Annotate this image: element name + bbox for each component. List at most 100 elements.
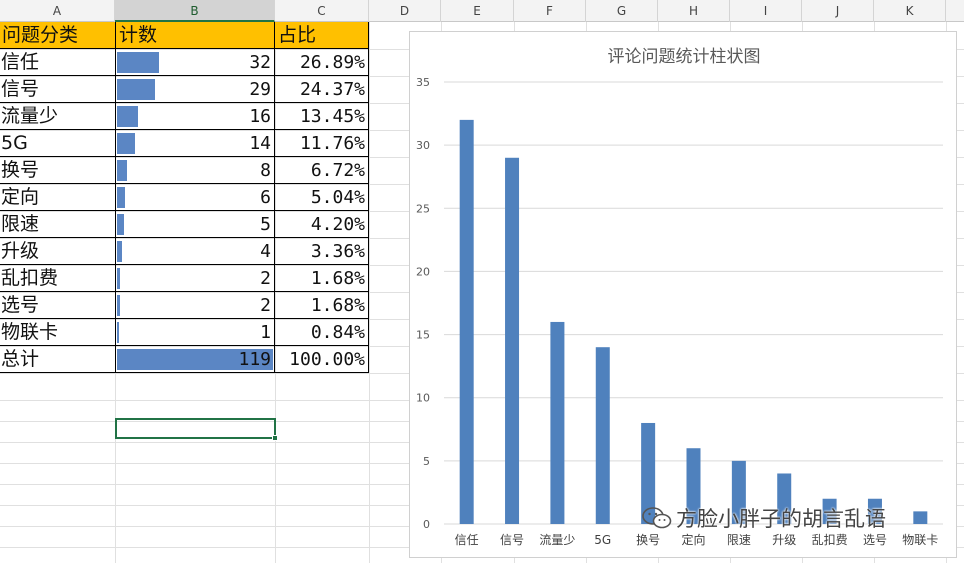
- count-value: 2: [260, 295, 271, 316]
- cell-count[interactable]: 2: [116, 265, 275, 292]
- cell-count[interactable]: 16: [116, 103, 275, 130]
- column-header-h[interactable]: H: [658, 0, 730, 22]
- cell-count[interactable]: 6: [116, 184, 275, 211]
- count-value: 16: [249, 106, 271, 127]
- table-row: 物联卡 1 0.84%: [0, 319, 369, 346]
- x-tick-label: 5G: [594, 533, 611, 547]
- count-value: 1: [260, 322, 271, 343]
- bar-5G[interactable]: [595, 347, 610, 524]
- cell-count[interactable]: 14: [116, 130, 275, 157]
- cell-percent[interactable]: 6.72%: [275, 157, 369, 184]
- cell-count[interactable]: 2: [116, 292, 275, 319]
- data-bar: [117, 133, 135, 154]
- column-header-g[interactable]: G: [586, 0, 658, 22]
- cell-category[interactable]: 5G: [0, 130, 116, 157]
- cell-count[interactable]: 119: [116, 346, 275, 373]
- cell-category[interactable]: 总计: [0, 346, 116, 373]
- count-value: 119: [238, 349, 271, 370]
- table-row: 信号 29 24.37%: [0, 76, 369, 103]
- table-row: 换号 8 6.72%: [0, 157, 369, 184]
- cell-category[interactable]: 定向: [0, 184, 116, 211]
- watermark: 方脸小胖子的胡言乱语: [642, 503, 886, 533]
- cell-count[interactable]: 1: [116, 319, 275, 346]
- column-header-d[interactable]: D: [369, 0, 441, 22]
- y-tick-label: 10: [416, 392, 430, 405]
- y-tick-label: 25: [416, 202, 430, 215]
- cell-percent[interactable]: 1.68%: [275, 265, 369, 292]
- cell-percent[interactable]: 0.84%: [275, 319, 369, 346]
- cell-percent[interactable]: 1.68%: [275, 292, 369, 319]
- x-tick-label: 定向: [681, 532, 705, 547]
- data-bar: [117, 187, 125, 208]
- data-bar: [117, 79, 155, 100]
- column-header-c[interactable]: C: [275, 0, 369, 22]
- data-bar: [117, 106, 138, 127]
- data-bar: [117, 268, 120, 289]
- y-tick-label: 0: [423, 518, 430, 531]
- column-header-b[interactable]: B: [115, 0, 275, 22]
- data-bar: [117, 241, 122, 262]
- cell-percent[interactable]: 24.37%: [275, 76, 369, 103]
- count-value: 6: [260, 187, 271, 208]
- watermark-text: 方脸小胖子的胡言乱语: [676, 507, 886, 531]
- chart-plot: 0 5 10 15 20 25 30 35 信任 信号 流量少 5G 换号 定向 限速 升级 乱扣费 选号 物联卡: [416, 76, 943, 547]
- cell-category[interactable]: 流量少: [0, 103, 116, 130]
- column-header-i[interactable]: I: [730, 0, 802, 22]
- bar-物联卡[interactable]: [913, 511, 928, 524]
- table-row: 总计 119 100.00%: [0, 346, 369, 373]
- column-header-a[interactable]: A: [0, 0, 115, 22]
- count-value: 8: [260, 160, 271, 181]
- table-row: 升级 4 3.36%: [0, 238, 369, 265]
- table-header-row: 问题分类 计数 占比: [0, 22, 369, 49]
- column-header-k[interactable]: K: [874, 0, 946, 22]
- cell-percent[interactable]: 26.89%: [275, 49, 369, 76]
- bar-chart[interactable]: 评论问题统计柱状图 0 5 10 15 20 25 30 35 信任 信号 流量少 5G 换号 定向 限速升…: [409, 31, 957, 558]
- bar-流量少[interactable]: [550, 321, 565, 524]
- cell-percent[interactable]: 5.04%: [275, 184, 369, 211]
- selected-cell[interactable]: [115, 418, 278, 441]
- table-row: 流量少 16 13.45%: [0, 103, 369, 130]
- bar-信号[interactable]: [505, 157, 520, 524]
- cell-category[interactable]: 物联卡: [0, 319, 116, 346]
- cell-percent[interactable]: 13.45%: [275, 103, 369, 130]
- column-header-j[interactable]: J: [802, 0, 874, 22]
- header-percent[interactable]: 占比: [275, 22, 369, 49]
- fill-handle[interactable]: [272, 435, 278, 441]
- cell-category[interactable]: 信号: [0, 76, 116, 103]
- table-row: 选号 2 1.68%: [0, 292, 369, 319]
- y-tick-label: 20: [416, 265, 430, 278]
- count-value: 14: [249, 133, 271, 154]
- cell-count[interactable]: 29: [116, 76, 275, 103]
- column-header-bar: ABCDEFGHIJK: [0, 0, 964, 22]
- x-tick-label: 流量少: [539, 533, 575, 547]
- cell-category[interactable]: 升级: [0, 238, 116, 265]
- cell-category[interactable]: 选号: [0, 292, 116, 319]
- column-header-f[interactable]: F: [514, 0, 586, 22]
- x-tick-label: 物联卡: [902, 533, 938, 547]
- x-tick-label: 信任: [455, 533, 479, 547]
- bar-信任[interactable]: [459, 119, 474, 524]
- wechat-icon: [642, 507, 672, 529]
- cell-percent[interactable]: 11.76%: [275, 130, 369, 157]
- count-value: 2: [260, 268, 271, 289]
- cell-count[interactable]: 8: [116, 157, 275, 184]
- cell-category[interactable]: 乱扣费: [0, 265, 116, 292]
- cell-count[interactable]: 32: [116, 49, 275, 76]
- cell-category[interactable]: 信任: [0, 49, 116, 76]
- header-category[interactable]: 问题分类: [0, 22, 116, 49]
- column-header-e[interactable]: E: [441, 0, 514, 22]
- x-tick-label: 换号: [636, 533, 660, 547]
- x-tick-label: 乱扣费: [812, 533, 848, 547]
- y-tick-label: 15: [416, 329, 430, 342]
- y-tick-label: 30: [416, 139, 430, 152]
- header-count[interactable]: 计数: [116, 22, 275, 49]
- cell-category[interactable]: 限速: [0, 211, 116, 238]
- cell-percent[interactable]: 4.20%: [275, 211, 369, 238]
- cell-percent[interactable]: 100.00%: [275, 346, 369, 373]
- cell-count[interactable]: 5: [116, 211, 275, 238]
- cell-category[interactable]: 换号: [0, 157, 116, 184]
- count-value: 32: [249, 52, 271, 73]
- table-row: 定向 6 5.04%: [0, 184, 369, 211]
- cell-percent[interactable]: 3.36%: [275, 238, 369, 265]
- cell-count[interactable]: 4: [116, 238, 275, 265]
